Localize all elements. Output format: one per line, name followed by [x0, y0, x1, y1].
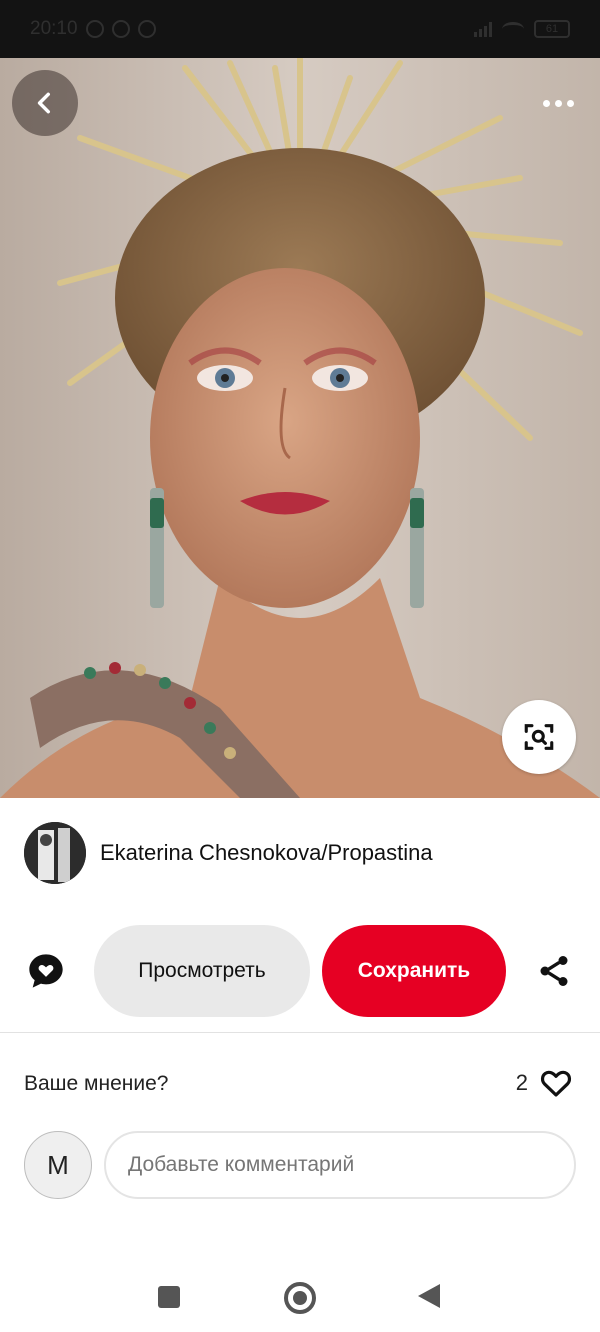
visual-search-icon: [524, 724, 554, 750]
battery-icon: 61: [534, 20, 570, 38]
back-triangle-icon[interactable]: [418, 1284, 440, 1308]
likes-count: 2: [515, 1070, 528, 1095]
recent-apps-icon[interactable]: [158, 1286, 180, 1308]
comments-prompt: Ваше мнение?: [24, 1072, 169, 1095]
notification-icon: [111, 20, 130, 38]
author-avatar-image: [24, 822, 86, 884]
visual-search-button[interactable]: [502, 700, 576, 774]
battery-level: 61: [545, 23, 559, 35]
wifi-icon: [502, 22, 524, 36]
status-bar: 20:10 61: [0, 0, 600, 58]
pin-image[interactable]: [0, 58, 600, 798]
likes: 2: [516, 1068, 572, 1098]
more-options-button[interactable]: [538, 88, 578, 118]
portrait-photo: [0, 58, 600, 798]
pin-actions: Просмотреть Сохранить: [0, 925, 600, 1017]
view-button[interactable]: Просмотреть: [94, 925, 310, 1017]
divider: [0, 1032, 600, 1033]
messenger-icon: [137, 20, 156, 38]
back-button[interactable]: [12, 70, 78, 136]
share-icon[interactable]: [536, 953, 572, 989]
home-icon[interactable]: [284, 1282, 316, 1314]
comment-input[interactable]: [104, 1131, 576, 1199]
comment-heart-icon[interactable]: [26, 951, 66, 991]
status-left: 20:10: [30, 18, 156, 40]
system-nav-bar: [0, 1262, 600, 1332]
status-right: 61: [474, 20, 570, 38]
chevron-left-icon: [37, 92, 50, 114]
current-user-avatar[interactable]: M: [24, 1131, 92, 1199]
heart-icon[interactable]: [540, 1068, 572, 1098]
alarm-icon: [85, 20, 104, 38]
more-dots-icon: [542, 99, 550, 107]
pin-author[interactable]: Ekaterina Chesnokova/Propastina: [24, 822, 433, 884]
author-name[interactable]: Ekaterina Chesnokova/Propastina: [100, 840, 433, 866]
status-time: 20:10: [30, 18, 78, 39]
save-button[interactable]: Сохранить: [322, 925, 506, 1017]
avatar[interactable]: [24, 822, 86, 884]
signal-icon: [474, 21, 492, 37]
